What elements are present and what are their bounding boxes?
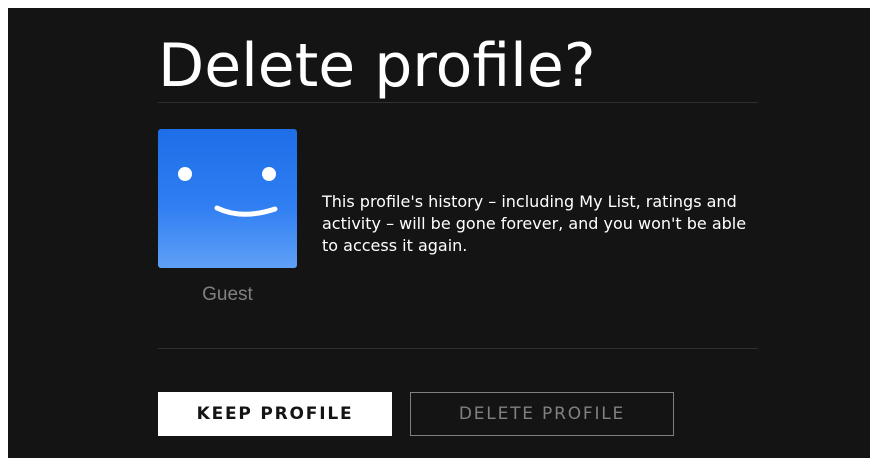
delete-warning-text: This profile's history – including My Li… [322, 192, 747, 255]
delete-profile-screen: Delete profile? Guest This profile's his… [8, 8, 870, 458]
top-divider [158, 102, 758, 103]
page-title: Delete profile? [158, 31, 596, 101]
delete-profile-button[interactable]: DELETE PROFILE [410, 392, 674, 436]
smiley-face-icon [178, 167, 278, 217]
bottom-divider [158, 348, 758, 349]
keep-profile-button[interactable]: KEEP PROFILE [158, 392, 392, 436]
profile-avatar [158, 129, 297, 268]
profile-name: Guest [202, 284, 253, 305]
